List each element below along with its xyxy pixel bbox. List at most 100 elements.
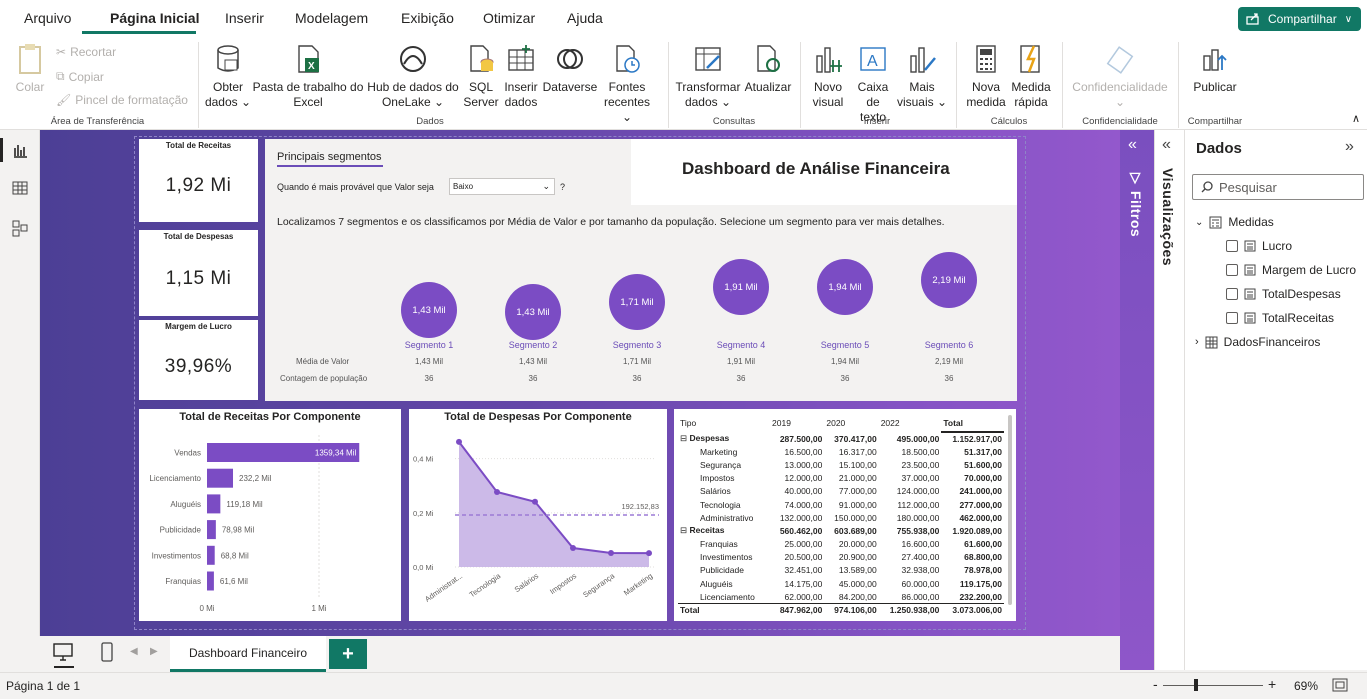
table-row[interactable]: Segurança 13.000,00 15.100,00 23.500,00 51.6… <box>678 458 1004 471</box>
segments-visual[interactable]: Principais segmentos Quando é mais prová… <box>265 139 1017 401</box>
textbox-button[interactable]: A Caixa de texto <box>850 42 896 125</box>
segment-name[interactable]: Segmento 6 <box>909 340 989 350</box>
kpi-card-margem[interactable]: Margem de Lucro 39,96% <box>139 320 258 400</box>
kpi-card-despesas[interactable]: Total de Despesas 1,15 Mi <box>139 230 258 316</box>
segment-bubble[interactable]: 1,43 Mil <box>401 282 457 338</box>
table-dadosfinanceiros[interactable]: › DadosFinanceiros <box>1195 335 1320 349</box>
sql-server-button[interactable]: SQL Server <box>462 42 500 110</box>
segment-bubble[interactable]: 1,94 Mil <box>817 259 873 315</box>
finance-matrix[interactable]: Tipo 2019 2020 2022 Total ⊟ Despesas 287.500,0… <box>674 409 1016 621</box>
dataverse-button[interactable]: Dataverse <box>542 42 598 95</box>
get-data-button[interactable]: Obter dados ⌄ <box>204 42 252 110</box>
menu-pagina-inicial[interactable]: Página Inicial <box>110 10 199 26</box>
collapse-left-icon[interactable]: « <box>1128 136 1137 154</box>
fit-to-page-icon[interactable] <box>1332 678 1348 695</box>
menu-arquivo[interactable]: Arquivo <box>24 10 71 26</box>
segments-tab[interactable]: Principais segmentos <box>277 151 382 163</box>
column-header[interactable]: 2019 <box>770 414 824 432</box>
checkbox[interactable] <box>1226 240 1238 252</box>
matrix-total-row[interactable]: Total 847.962,00 974.106,00 1.250.938,00 3.0… <box>678 603 1004 616</box>
checkbox[interactable] <box>1226 264 1238 276</box>
help-icon[interactable]: ? <box>560 182 565 192</box>
value-dropdown[interactable]: Baixo ⌄ <box>449 178 555 195</box>
segment-bubble[interactable]: 1,91 Mil <box>713 259 769 315</box>
add-page-button[interactable]: + <box>329 639 367 669</box>
menu-otimizar[interactable]: Otimizar <box>483 10 535 26</box>
collapse-left-icon[interactable]: « <box>1162 136 1171 154</box>
desktop-layout-icon[interactable] <box>52 642 74 665</box>
excel-button[interactable]: X Pasta de trabalho do Excel <box>252 42 364 110</box>
matrix-group-row[interactable]: ⊟ Receitas 560.462,00 603.689,00 755.938,00… <box>678 524 1004 537</box>
matrix-scrollbar[interactable] <box>1008 415 1012 605</box>
table-row[interactable]: Aluguéis 14.175,00 45.000,00 60.000,00 119.1… <box>678 577 1004 590</box>
zoom-out-button[interactable]: - <box>1153 676 1158 692</box>
segment-name[interactable]: Segmento 1 <box>389 340 469 350</box>
copy-button[interactable]: ⧉ Copiar <box>56 69 104 84</box>
column-header[interactable]: 2020 <box>824 414 878 432</box>
onelake-button[interactable]: Hub de dados do OneLake ⌄ <box>366 42 460 110</box>
segment-name[interactable]: Segmento 3 <box>597 340 677 350</box>
table-row[interactable]: Publicidade 32.451,00 13.589,00 32.938,00 78… <box>678 564 1004 577</box>
tab-scroll-left-icon[interactable]: ◀ <box>130 646 138 657</box>
field-margem[interactable]: Margem de Lucro <box>1226 263 1356 277</box>
new-visual-button[interactable]: Novo visual <box>806 42 850 110</box>
table-row[interactable]: Franquias 25.000,00 20.000,00 16.600,00 61.6… <box>678 538 1004 551</box>
visualizations-pane[interactable]: « Visualizações <box>1154 130 1184 670</box>
collapse-right-icon[interactable]: » <box>1345 138 1354 156</box>
table-row[interactable]: Marketing 16.500,00 16.317,00 18.500,00 51.3… <box>678 445 1004 458</box>
kpi-card-receitas[interactable]: Total de Receitas 1,92 Mi <box>139 139 258 222</box>
table-view-icon[interactable] <box>12 180 28 199</box>
segment-name[interactable]: Segmento 5 <box>805 340 885 350</box>
menu-inserir[interactable]: Inserir <box>225 10 264 26</box>
menu-modelagem[interactable]: Modelagem <box>295 10 368 26</box>
column-header[interactable]: Tipo <box>678 414 770 432</box>
zoom-in-button[interactable]: + <box>1268 676 1276 692</box>
segment-name[interactable]: Segmento 2 <box>493 340 573 350</box>
menu-ajuda[interactable]: Ajuda <box>567 10 603 26</box>
column-header[interactable]: Total <box>941 414 1004 433</box>
revenue-bar-chart[interactable]: Total de Receitas Por Componente Vendas 1… <box>139 409 401 621</box>
segment-bubble[interactable]: 2,19 Mil <box>921 252 977 308</box>
column-header[interactable]: 2022 <box>879 414 942 432</box>
table-medidas[interactable]: ⌄ Medidas <box>1195 215 1274 229</box>
table-row[interactable]: Salários 40.000,00 77.000,00 124.000,00 241.… <box>678 485 1004 498</box>
collapse-ribbon-icon[interactable]: ∧ <box>1352 112 1360 125</box>
search-input[interactable]: Pesquisar <box>1192 174 1364 200</box>
field-totalreceitas[interactable]: TotalReceitas <box>1226 311 1334 325</box>
checkbox[interactable] <box>1226 288 1238 300</box>
sensitivity-button[interactable]: Confidencialidade ⌄ <box>1068 42 1172 110</box>
table-row[interactable]: Impostos 12.000,00 21.000,00 37.000,00 70.00… <box>678 472 1004 485</box>
filters-pane[interactable]: « ▽ Filtros <box>1120 130 1154 670</box>
zoom-slider-track[interactable] <box>1163 685 1263 686</box>
table-row[interactable]: Tecnologia 74.000,00 91.000,00 112.000,00 27… <box>678 498 1004 511</box>
expense-area-chart[interactable]: Total de Despesas Por Componente 0,0 Mi 0… <box>409 409 667 621</box>
segment-name[interactable]: Segmento 4 <box>701 340 781 350</box>
matrix-group-row[interactable]: ⊟ Despesas 287.500,00 370.417,00 495.000,00… <box>678 432 1004 445</box>
table-row[interactable]: Administrativo 132.000,00 150.000,00 180.00… <box>678 511 1004 524</box>
format-painter-button[interactable]: 🖌 Pincel de formatação <box>56 93 188 107</box>
publish-button[interactable]: Publicar <box>1184 42 1246 95</box>
model-view-icon[interactable] <box>12 220 28 241</box>
mobile-layout-icon[interactable] <box>100 642 114 665</box>
table-row[interactable]: Licenciamento 62.000,00 84.200,00 86.000,00… <box>678 590 1004 603</box>
new-measure-button[interactable]: Nova medida <box>962 42 1010 110</box>
tab-scroll-right-icon[interactable]: ▶ <box>150 646 158 657</box>
report-view-icon[interactable] <box>12 142 28 161</box>
enter-data-button[interactable]: Inserir dados <box>502 42 540 110</box>
zoom-slider-thumb[interactable] <box>1194 679 1198 691</box>
field-totaldespesas[interactable]: TotalDespesas <box>1226 287 1341 301</box>
quick-measure-button[interactable]: Medida rápida <box>1010 42 1052 110</box>
share-button[interactable]: Compartilhar ∨ <box>1238 7 1361 31</box>
segment-bubble[interactable]: 1,43 Mil <box>505 284 561 340</box>
page-tab-dashboard[interactable]: Dashboard Financeiro <box>170 636 326 672</box>
table-row[interactable]: Investimentos 20.500,00 20.900,00 27.400,00… <box>678 551 1004 564</box>
recent-sources-button[interactable]: Fontes recentes ⌄ <box>598 42 656 125</box>
more-visuals-button[interactable]: Mais visuais ⌄ <box>896 42 948 110</box>
paste-button[interactable]: Colar <box>12 42 48 95</box>
field-lucro[interactable]: Lucro <box>1226 239 1292 253</box>
menu-exibicao[interactable]: Exibição <box>401 10 454 26</box>
segment-bubble[interactable]: 1,71 Mil <box>609 274 665 330</box>
cut-button[interactable]: ✂ Recortar <box>56 45 116 59</box>
transform-data-button[interactable]: Transformar dados ⌄ <box>674 42 742 110</box>
refresh-button[interactable]: Atualizar <box>742 42 794 95</box>
